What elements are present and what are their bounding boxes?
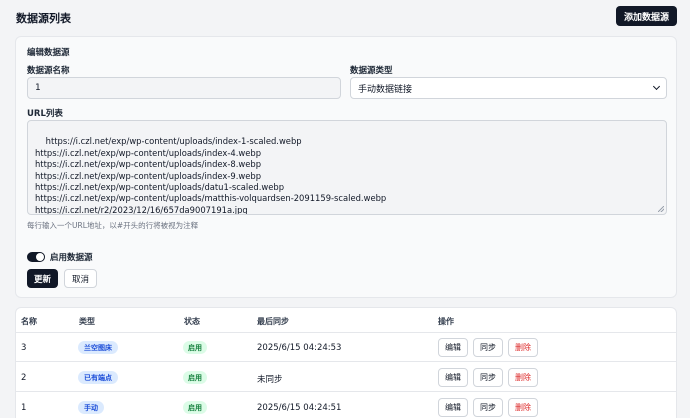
table-row: 1 手动 启用 2025/6/15 04:24:51 编辑 同步 删除 bbox=[16, 393, 676, 418]
delete-button[interactable]: 删除 bbox=[508, 398, 538, 417]
header-name: 名称 bbox=[21, 317, 37, 326]
datasource-table: 名称 类型 状态 最后同步 操作 3 兰空图床 启用 2025/6/15 04:… bbox=[15, 307, 677, 418]
type-label: 数据源类型 bbox=[350, 66, 393, 76]
edit-button[interactable]: 编辑 bbox=[438, 338, 468, 357]
status-badge: 启用 bbox=[183, 341, 207, 354]
type-select[interactable]: 手动数据链接 bbox=[350, 77, 667, 99]
header-last-sync: 最后同步 bbox=[257, 317, 289, 326]
edit-card-title: 编辑数据源 bbox=[27, 48, 70, 58]
row-name: 3 bbox=[21, 343, 27, 353]
row-name: 1 bbox=[21, 403, 27, 413]
header-status: 状态 bbox=[184, 317, 200, 326]
type-badge: 已有端点 bbox=[78, 371, 118, 384]
sync-button[interactable]: 同步 bbox=[473, 368, 503, 387]
page-title: 数据源列表 bbox=[16, 12, 71, 25]
resize-grip-icon[interactable] bbox=[658, 206, 664, 212]
edit-datasource-card: 编辑数据源 数据源名称 数据源类型 手动数据链接 URL列表 https://i… bbox=[15, 36, 677, 298]
row-name: 2 bbox=[21, 373, 27, 383]
cancel-button[interactable]: 取消 bbox=[64, 269, 98, 288]
url-hint: 每行输入一个URL地址，以#开头的行将被视为注释 bbox=[27, 221, 199, 230]
table-row: 3 兰空图床 启用 2025/6/15 04:24:53 编辑 同步 删除 bbox=[16, 333, 676, 362]
row-last-sync: 2025/6/15 04:24:51 bbox=[257, 403, 342, 413]
enable-toggle[interactable] bbox=[27, 252, 45, 262]
table-row: 2 已有端点 启用 未同步 编辑 同步 删除 bbox=[16, 363, 676, 392]
status-badge: 启用 bbox=[183, 401, 207, 414]
delete-button[interactable]: 删除 bbox=[508, 368, 538, 387]
status-badge: 启用 bbox=[183, 371, 207, 384]
enable-toggle-label: 启用数据源 bbox=[50, 253, 93, 263]
header-type: 类型 bbox=[79, 317, 95, 326]
chevron-down-icon bbox=[652, 82, 661, 91]
type-select-value: 手动数据链接 bbox=[358, 84, 413, 95]
delete-button[interactable]: 删除 bbox=[508, 338, 538, 357]
edit-button[interactable]: 编辑 bbox=[438, 368, 468, 387]
header-actions: 操作 bbox=[438, 317, 454, 326]
update-button[interactable]: 更新 bbox=[27, 269, 59, 288]
row-last-sync: 未同步 bbox=[257, 375, 283, 385]
row-last-sync: 2025/6/15 04:24:53 bbox=[257, 343, 342, 353]
name-label: 数据源名称 bbox=[27, 66, 70, 76]
url-list-label: URL列表 bbox=[27, 109, 63, 119]
edit-button[interactable]: 编辑 bbox=[438, 398, 468, 417]
toggle-knob bbox=[36, 253, 44, 261]
url-list-textarea[interactable]: https://i.czl.net/exp/wp-content/uploads… bbox=[27, 120, 667, 215]
sync-button[interactable]: 同步 bbox=[473, 398, 503, 417]
url-list-text: https://i.czl.net/exp/wp-content/uploads… bbox=[35, 136, 387, 215]
enable-toggle-row: 启用数据源 bbox=[27, 251, 93, 263]
type-badge: 兰空图床 bbox=[78, 341, 118, 354]
name-input[interactable] bbox=[27, 77, 341, 99]
type-badge: 手动 bbox=[78, 401, 104, 414]
sync-button[interactable]: 同步 bbox=[473, 338, 503, 357]
add-datasource-button[interactable]: 添加数据源 bbox=[615, 6, 677, 26]
